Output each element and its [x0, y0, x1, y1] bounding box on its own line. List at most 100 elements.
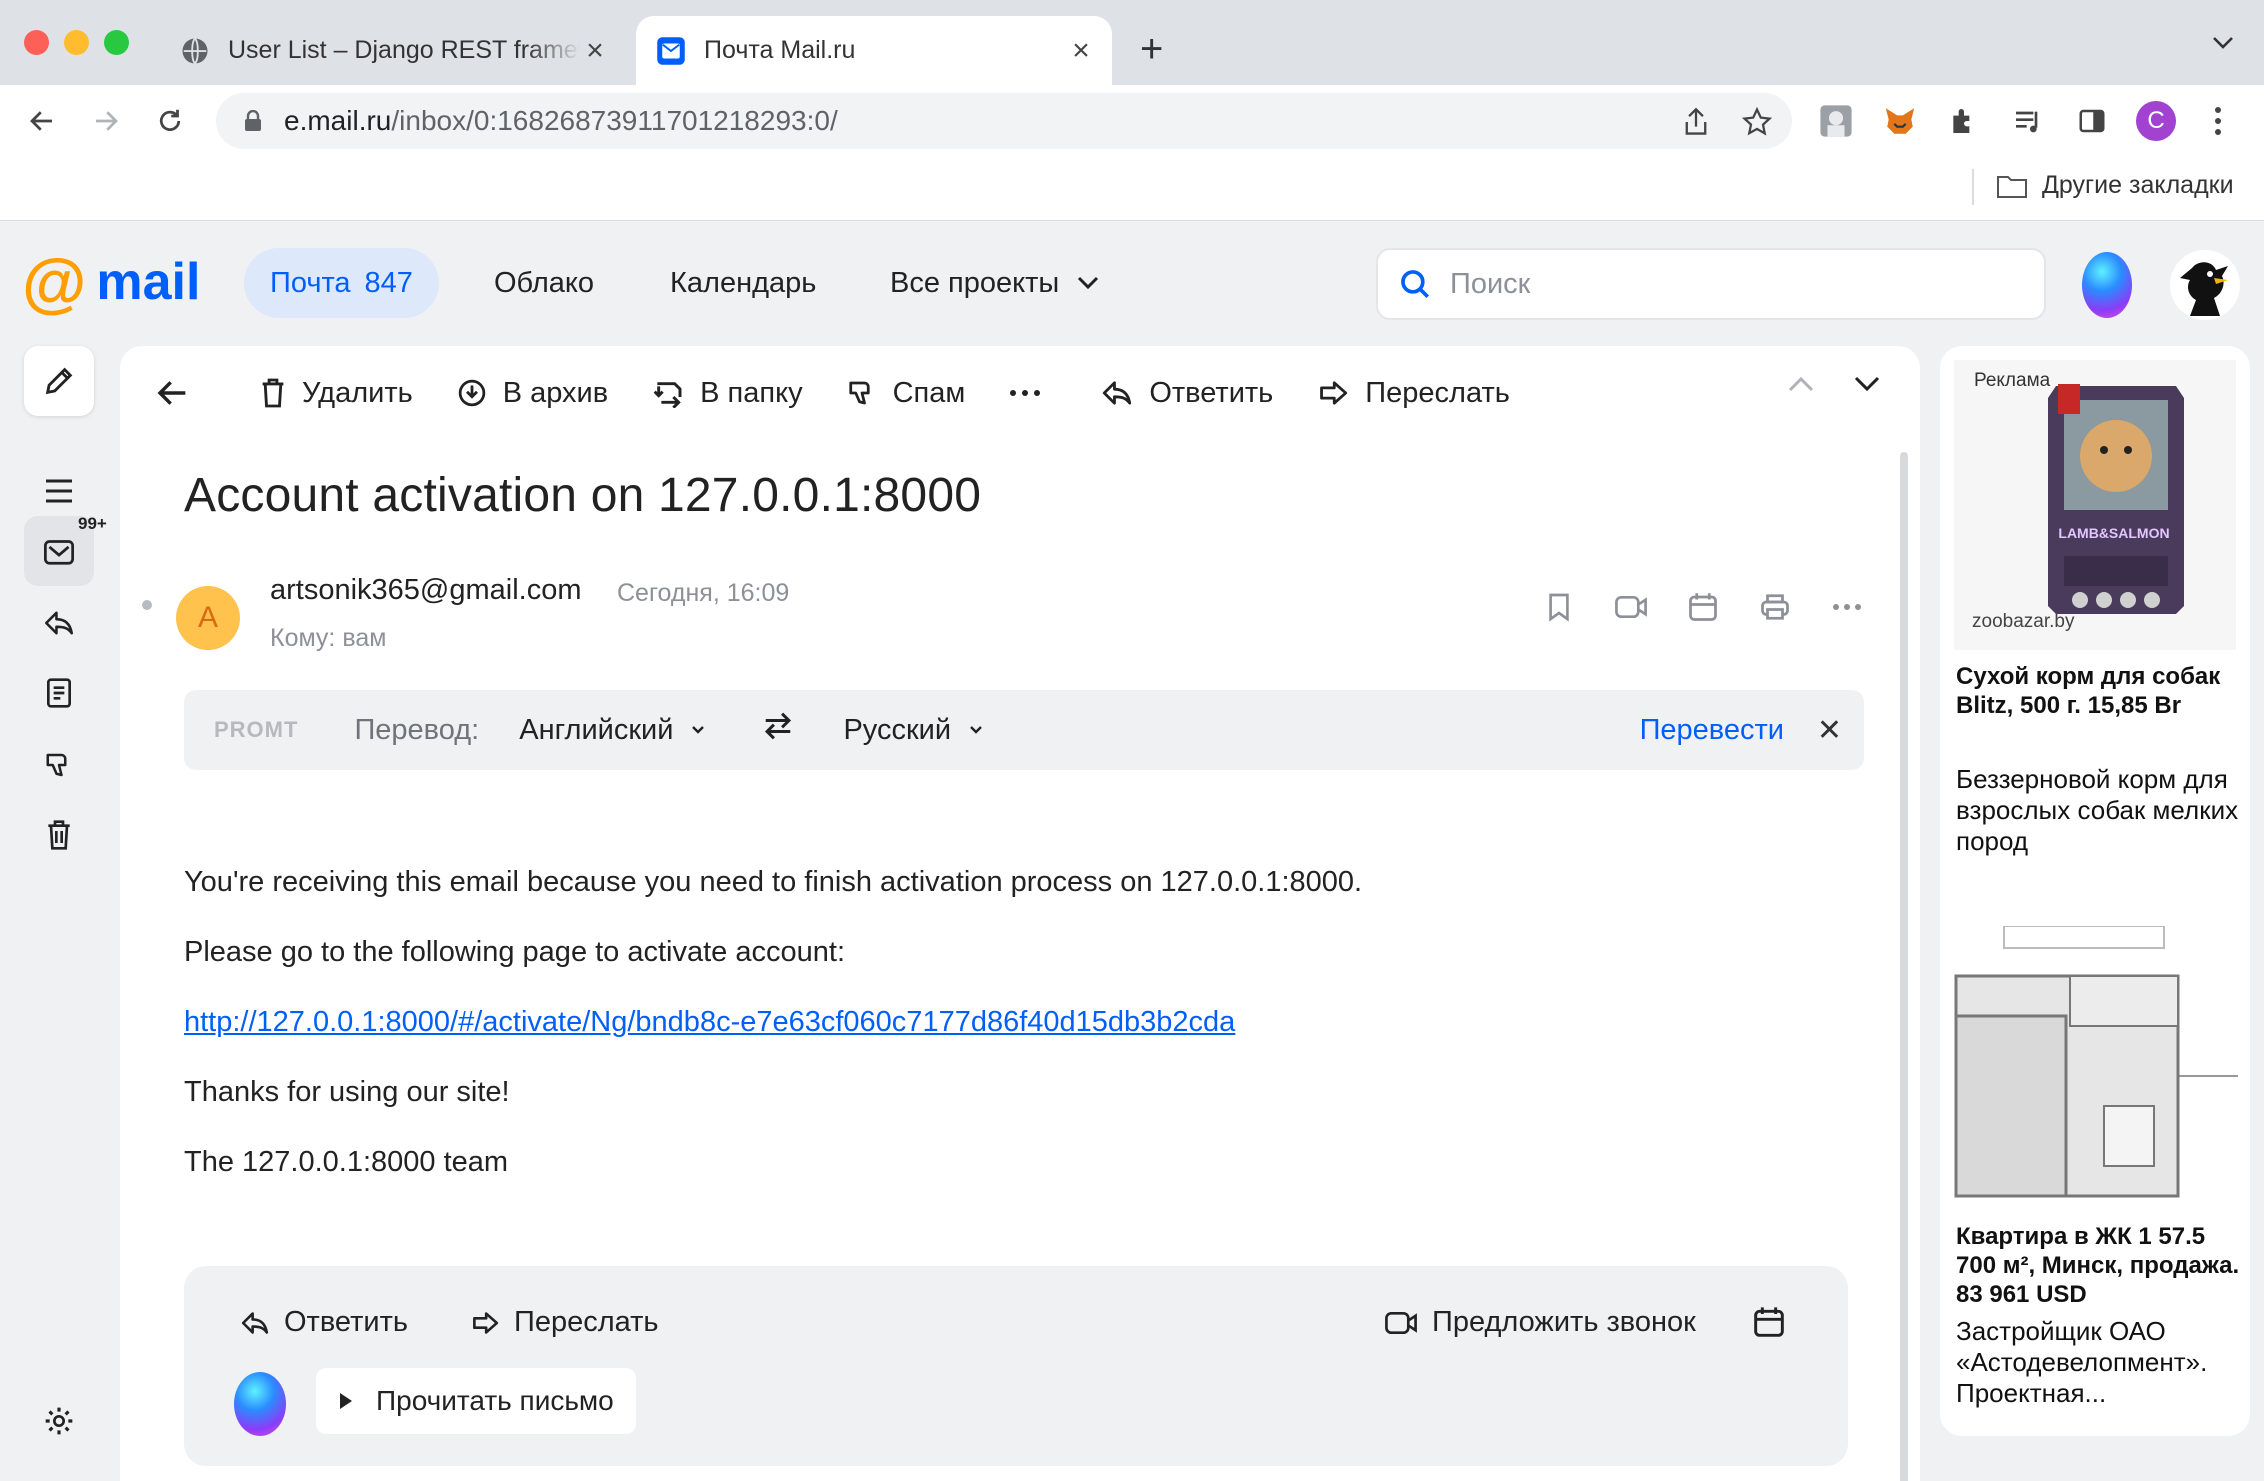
suggest-call-button[interactable]: Предложить звонок — [1384, 1306, 1696, 1339]
video-call-icon[interactable] — [1610, 586, 1652, 628]
body-line: The 127.0.0.1:8000 team — [184, 1146, 509, 1178]
tab-search-chevron-icon[interactable] — [2212, 36, 2234, 55]
sent-reply-icon[interactable] — [24, 588, 94, 658]
nav-cloud[interactable]: Облако — [468, 248, 620, 318]
other-bookmarks-folder[interactable]: Другие закладки — [1996, 171, 2234, 200]
schedule-calendar-icon[interactable] — [1752, 1306, 1800, 1338]
tab-django-user-list[interactable]: User List – Django REST framework × — [166, 16, 626, 85]
more-options-icon[interactable] — [1826, 586, 1868, 628]
move-to-folder-button[interactable]: В папку — [652, 376, 803, 410]
swap-languages-icon[interactable] — [761, 711, 795, 749]
print-icon[interactable] — [1754, 586, 1796, 628]
sender-avatar[interactable]: A — [176, 586, 240, 650]
previous-message-chevron-icon[interactable] — [1788, 376, 1814, 392]
source-language-select[interactable]: Английский — [519, 714, 705, 747]
drafts-document-icon[interactable] — [24, 658, 94, 728]
forward-button[interactable]: Переслать — [1317, 377, 1510, 410]
quick-forward-button[interactable]: Переслать — [470, 1306, 659, 1339]
ai-assistant-orb-icon[interactable] — [2082, 252, 2132, 318]
spam-button[interactable]: Спам — [847, 377, 965, 410]
close-tab-icon[interactable]: × — [1066, 34, 1096, 67]
settings-gear-icon[interactable] — [24, 1386, 94, 1456]
recipient-line[interactable]: Кому: вам — [270, 624, 386, 653]
quick-reply-button[interactable]: Ответить — [240, 1306, 408, 1339]
quick-reply-panel: Ответить Переслать Предложить звонок Про… — [184, 1266, 1848, 1466]
address-bar[interactable]: e.mail.ru/inbox/0:16826873911701218293:0… — [216, 93, 1792, 149]
profile-avatar[interactable]: C — [2134, 99, 2178, 143]
ad-description[interactable]: Застройщик ОАО «Астодевелопмент». Проект… — [1956, 1316, 2246, 1409]
bookmark-icon[interactable] — [1538, 586, 1580, 628]
back-button[interactable] — [156, 379, 204, 407]
activation-link[interactable]: http://127.0.0.1:8000/#/activate/Ng/bndb… — [184, 1006, 1235, 1038]
nav-mail[interactable]: Почта 847 — [244, 248, 439, 318]
reload-icon[interactable] — [148, 99, 192, 143]
read-status-dot[interactable] — [142, 600, 152, 610]
chevron-down-icon — [692, 726, 705, 734]
ad-title[interactable]: Сухой корм для собак Blitz, 500 г. 15,85… — [1956, 662, 2242, 720]
nav-all-projects-label: Все проекты — [890, 266, 1060, 299]
delete-button[interactable]: Удалить — [260, 377, 413, 410]
spam-thumbs-down-icon[interactable] — [24, 730, 94, 800]
nav-all-projects[interactable]: Все проекты — [864, 248, 1125, 318]
ai-assistant-orb-icon[interactable] — [234, 1372, 286, 1436]
extensions-puzzle-icon[interactable] — [1942, 99, 1986, 143]
calendar-icon[interactable] — [1682, 586, 1724, 628]
ad-dog-food-image[interactable]: LAMB&SALMON — [1954, 360, 2236, 650]
move-to-folder-label: В папку — [700, 376, 803, 409]
sender-email[interactable]: artsonik365@gmail.com — [270, 574, 582, 607]
ad-site[interactable]: zoobazar.by — [1972, 611, 2074, 633]
mail-logo[interactable]: @ mail — [22, 249, 200, 315]
forward-icon — [1320, 381, 1348, 405]
lock-icon — [245, 110, 261, 131]
message-scrollbar[interactable] — [1900, 452, 1908, 1481]
mail-header: @ mail Почта 847 Облако Календарь Все пр… — [0, 222, 2264, 346]
nav-calendar[interactable]: Календарь — [644, 248, 842, 318]
target-language-select[interactable]: Русский — [843, 714, 983, 747]
archive-button[interactable]: В архив — [457, 377, 608, 410]
close-translate-icon[interactable]: ✕ — [1817, 713, 1842, 748]
media-control-icon[interactable] — [2006, 99, 2050, 143]
metamask-fox-icon[interactable] — [1878, 99, 1922, 143]
trash-icon — [262, 378, 284, 408]
inbox-badge: 99+ — [78, 514, 107, 533]
pencil-icon — [45, 367, 73, 395]
source-language-value: Английский — [519, 713, 674, 746]
window-minimize-button[interactable] — [64, 30, 89, 55]
back-arrow-icon[interactable] — [20, 99, 64, 143]
side-panel-icon[interactable] — [2070, 99, 2114, 143]
next-message-chevron-icon[interactable] — [1854, 376, 1880, 392]
translate-label: Перевод: — [354, 713, 480, 746]
window-zoom-button[interactable] — [104, 30, 129, 55]
new-tab-button[interactable]: + — [1140, 29, 1163, 69]
user-avatar[interactable] — [2170, 250, 2240, 320]
body-line: You're receiving this email because you … — [184, 866, 1363, 898]
compose-button[interactable] — [24, 346, 94, 416]
ad-title[interactable]: Квартира в ЖК 1 57.5 700 м², Минск, прод… — [1956, 1222, 2242, 1309]
archive-icon — [458, 379, 485, 407]
translate-button[interactable]: Перевести — [1640, 714, 1784, 747]
read-aloud-button[interactable]: Прочитать письмо — [316, 1368, 636, 1434]
ad-label: Реклама — [1974, 370, 2051, 391]
url-host: e.mail.ru — [284, 105, 392, 136]
share-icon[interactable] — [1682, 107, 1710, 137]
browser-menu-icon[interactable] — [2196, 99, 2240, 143]
search-placeholder: Поиск — [1450, 267, 1531, 300]
inbox-folder[interactable]: 99+ — [24, 514, 107, 586]
window-close-button[interactable] — [24, 30, 49, 55]
ad-description[interactable]: Беззерновой корм для взрослых собак мелк… — [1956, 764, 2246, 857]
reply-button[interactable]: Ответить — [1101, 377, 1273, 410]
tab-mail-ru[interactable]: Почта Mail.ru × — [636, 16, 1112, 85]
bookmark-star-icon[interactable] — [1742, 107, 1772, 137]
close-tab-icon[interactable]: × — [580, 34, 610, 67]
search-input[interactable]: Поиск — [1376, 248, 2046, 320]
ad-apartment-plan-image[interactable] — [1954, 925, 2244, 1200]
more-actions-icon[interactable] — [1009, 389, 1057, 397]
extension-avatar-icon[interactable] — [1814, 99, 1858, 143]
profile-initial: C — [2136, 101, 2176, 141]
quick-reply-label: Ответить — [284, 1306, 408, 1338]
forward-arrow-icon[interactable] — [84, 99, 128, 143]
trash-icon[interactable] — [24, 800, 94, 870]
video-call-icon — [1385, 1311, 1417, 1334]
nav-mail-count: 847 — [364, 266, 413, 299]
browser-toolbar: e.mail.ru/inbox/0:16826873911701218293:0… — [0, 85, 2264, 157]
